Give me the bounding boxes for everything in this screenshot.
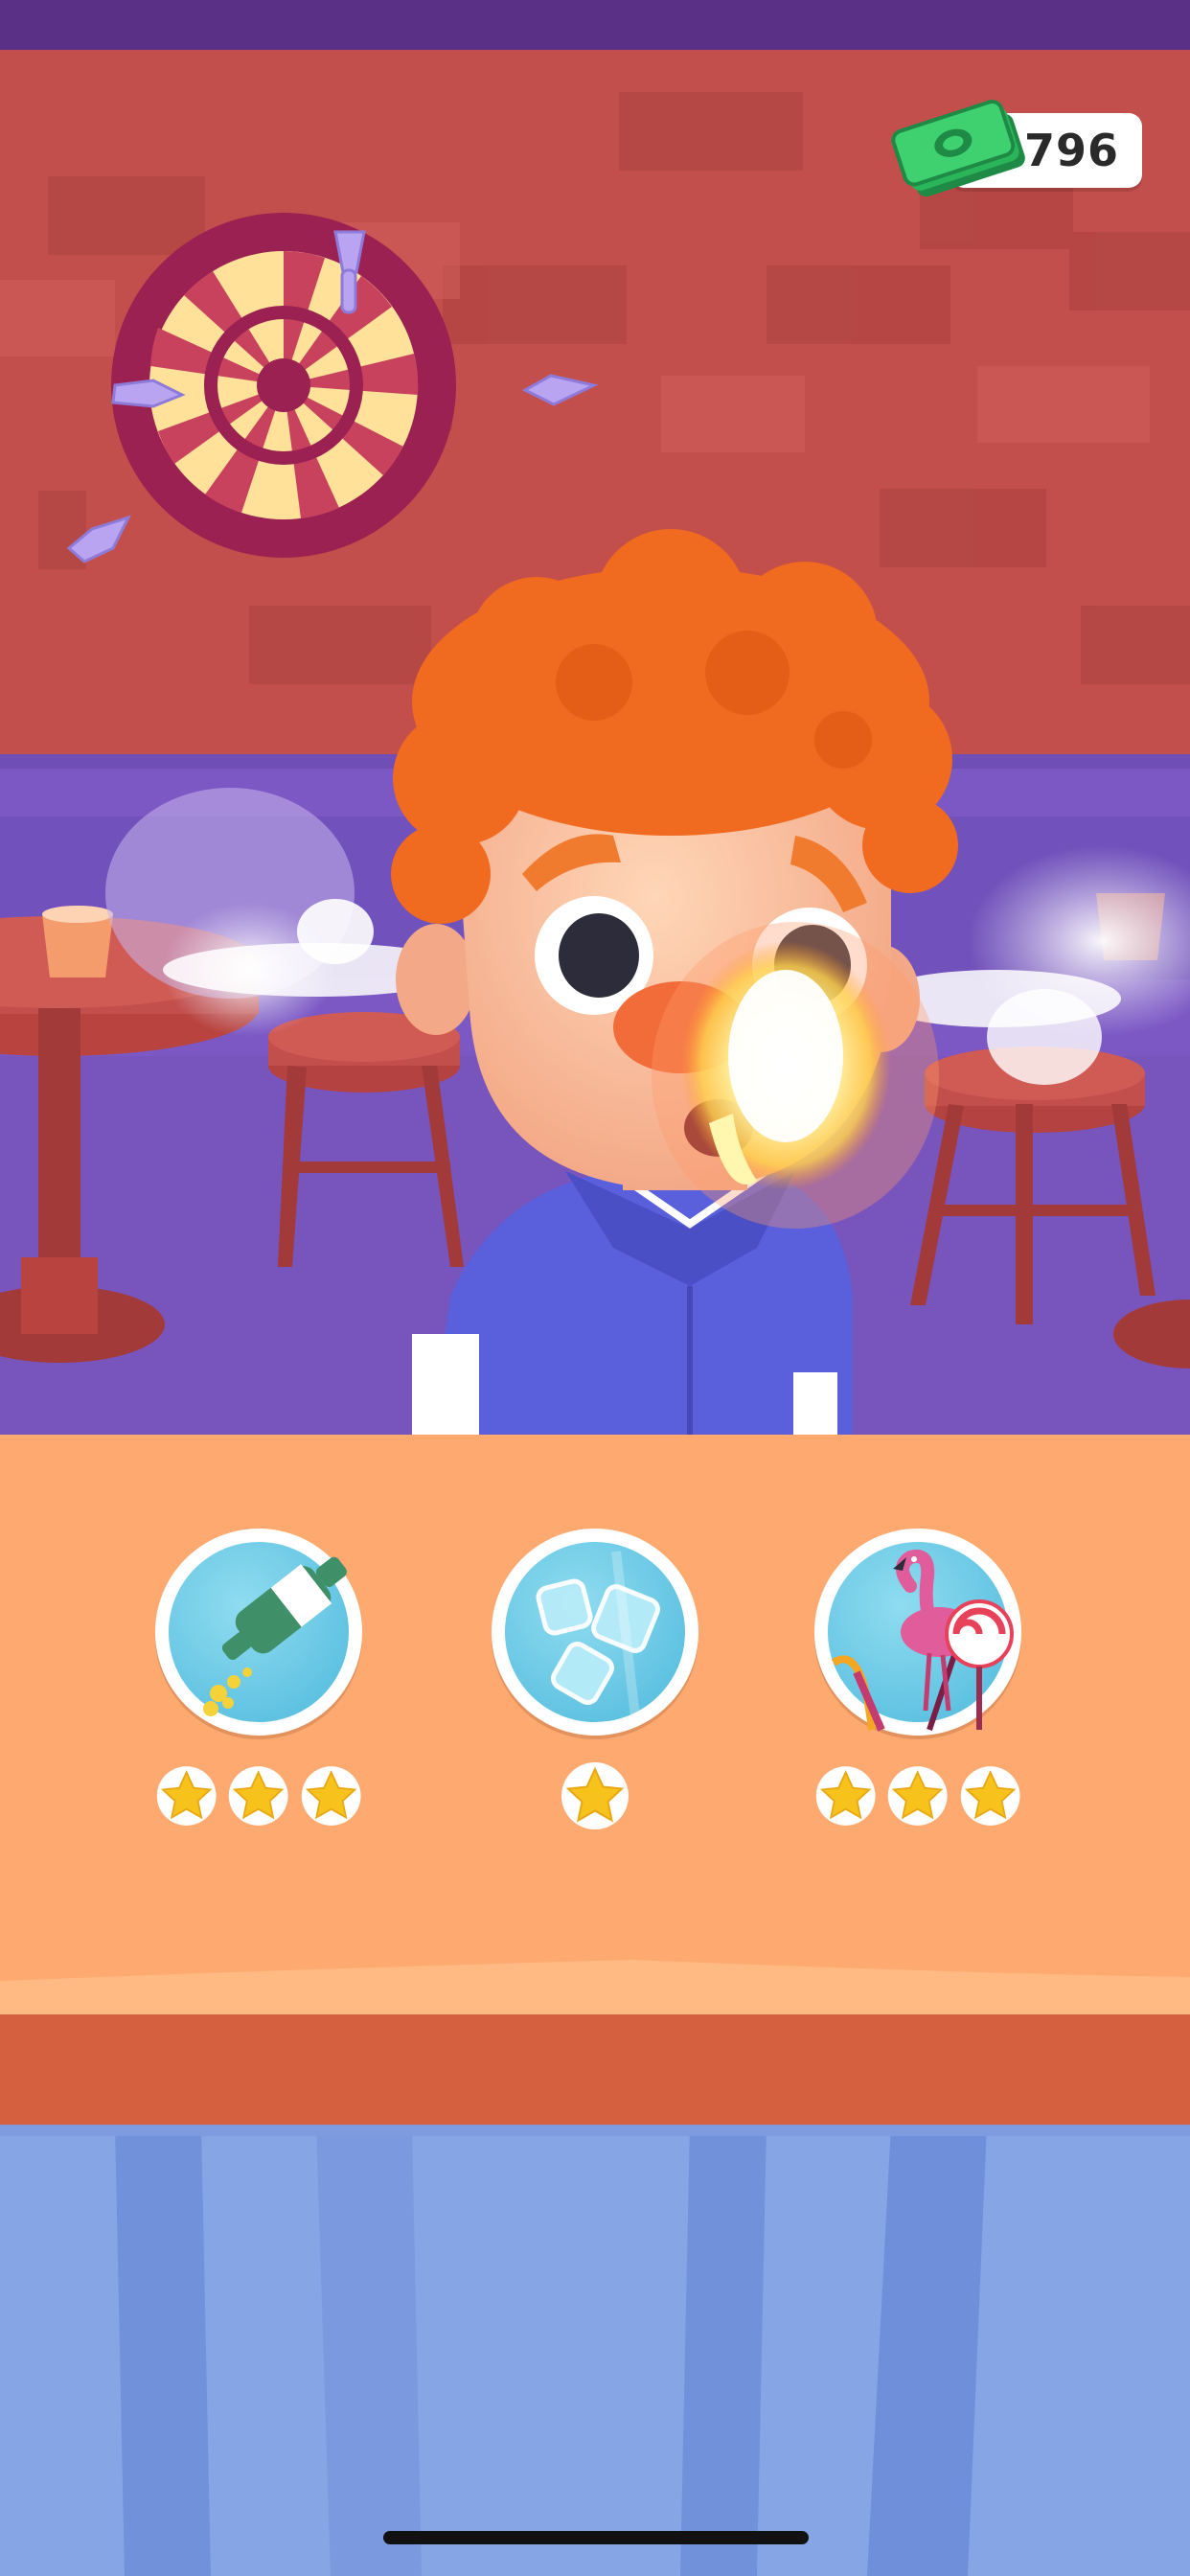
topping-option-ice[interactable] xyxy=(492,1529,698,1831)
top-status-bar xyxy=(0,0,1190,50)
topping-option-decor[interactable] xyxy=(814,1529,1021,1831)
bottle-sprinkle-icon xyxy=(203,1556,347,1716)
money-counter[interactable]: 796 xyxy=(891,100,1142,197)
star-icon xyxy=(156,1766,217,1826)
star-icon xyxy=(301,1766,361,1826)
topping-panel xyxy=(0,1435,1190,2125)
topping-circle xyxy=(814,1529,1021,1736)
topping-circle xyxy=(492,1529,698,1736)
star-icon xyxy=(561,1762,629,1829)
ice-cubes-icon xyxy=(536,1551,660,1717)
star-rating xyxy=(492,1760,698,1831)
star-icon xyxy=(960,1766,1020,1826)
counter-top xyxy=(0,1960,1190,2019)
star-icon xyxy=(888,1766,948,1826)
cash-stack-icon xyxy=(891,100,1025,197)
fire-effect xyxy=(652,922,939,1229)
counter-edge xyxy=(0,2014,1190,2125)
flamingo-lollipop-icon xyxy=(831,1550,1014,1732)
star-rating xyxy=(155,1760,362,1831)
home-indicator[interactable] xyxy=(383,2531,809,2544)
star-rating xyxy=(814,1760,1021,1831)
floor xyxy=(0,2125,1190,2576)
topping-option-sprinkle[interactable] xyxy=(155,1529,362,1831)
money-amount: 796 xyxy=(1023,125,1119,176)
star-icon xyxy=(229,1766,288,1826)
star-icon xyxy=(815,1766,876,1826)
game-scene xyxy=(0,50,1190,1435)
topping-circle xyxy=(155,1529,362,1736)
